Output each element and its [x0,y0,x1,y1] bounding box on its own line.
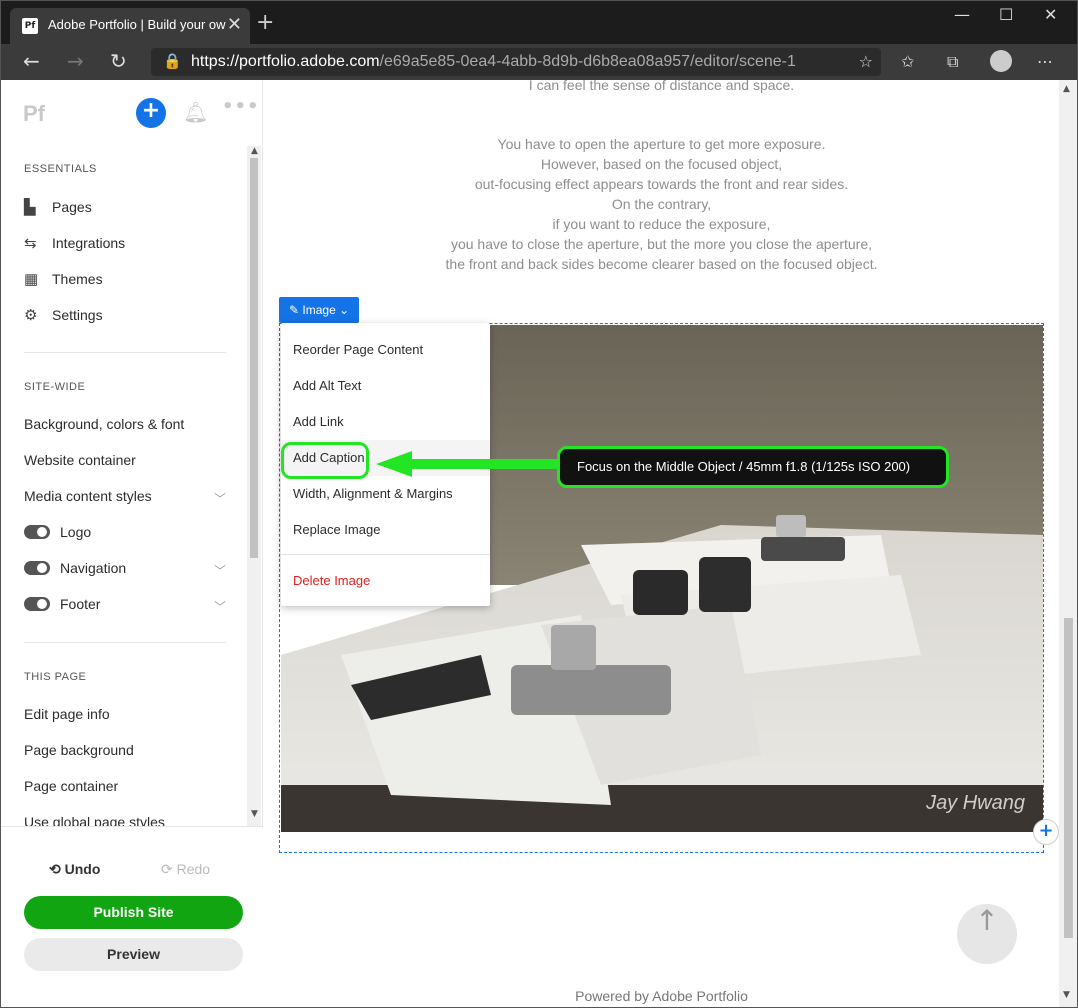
grid-icon: ▦ [24,271,39,288]
sidebar-item-footer[interactable]: Footer [24,596,234,612]
sidebar-item-edit-page-info[interactable]: Edit page info [24,706,234,722]
collections-icon[interactable]: ⧉ [947,52,958,72]
main-scrollbar[interactable]: ▲ ▼ [1059,80,1077,1007]
scroll-down-arrow-icon[interactable]: ▼ [1063,990,1070,1000]
bell-icon[interactable]: 🔔︎ [183,100,208,124]
close-tab-icon[interactable]: ✕ [227,14,242,35]
text-block[interactable]: You have to open the aperture to get mor… [264,134,1059,274]
profile-avatar[interactable] [990,50,1012,72]
menu-item-replace-image[interactable]: Replace Image [293,522,380,537]
menu-item-add-alt-text[interactable]: Add Alt Text [293,378,361,393]
sidebar-item-website-container[interactable]: Website container [24,452,234,468]
add-caption-highlight-box [281,442,369,479]
gear-icon: ⚙ [24,307,38,324]
sidebar-item-themes[interactable]: ▦ Themes [24,270,234,288]
more-dots-icon[interactable]: ••• [222,96,260,117]
undo-button[interactable]: ⟲ Undo [49,861,100,878]
navigation-toggle[interactable] [24,561,50,575]
url-text[interactable]: https://portfolio.adobe.com/e69a5e85-0ea… [191,53,796,71]
main-scroll-thumb[interactable] [1064,618,1073,938]
photo-watermark: Jay Hwang [926,792,1025,814]
chevron-down-icon: ⌄ [335,303,350,317]
favorite-star-icon[interactable]: ☆ [859,52,873,71]
minimize-icon[interactable]: — [954,5,970,24]
green-arrow-annotation [376,451,558,477]
portfolio-logo: Pf [23,101,45,126]
close-window-icon[interactable]: ✕ [1044,5,1057,24]
maximize-icon[interactable]: ☐ [999,5,1013,24]
editor-canvas: I can feel the sense of distance and spa… [264,80,1059,1007]
new-tab-icon[interactable]: + [256,10,274,35]
sidebar-footer: ⟲ Undo ⟳ Redo Publish Site Preview [1,826,263,1007]
arrows-swap-icon: ⇆ [24,235,37,252]
redo-icon: ⟳ [161,861,177,877]
text-block-partial[interactable]: I can feel the sense of distance and spa… [264,80,1059,95]
section-label-this-page: THIS PAGE [24,671,87,683]
section-label-essentials: ESSENTIALS [24,163,97,175]
menu-item-add-link[interactable]: Add Link [293,414,344,429]
scroll-to-top-button[interactable]: ↑ [957,904,1017,964]
tab-bar: Pf Adobe Portfolio | Build your own ✕ + … [1,1,1077,44]
menu-item-delete-image[interactable]: Delete Image [293,573,370,588]
sidebar-item-use-global-page-styles[interactable]: Use global page styles [24,814,234,826]
tab-title: Adobe Portfolio | Build your own [48,17,226,32]
chevron-down-icon[interactable]: ﹀ [214,490,226,507]
menu-item-reorder-page-content[interactable]: Reorder Page Content [293,342,423,357]
chevron-down-icon[interactable]: ﹀ [214,598,226,615]
sidebar-item-media-content-styles[interactable]: Media content styles [24,488,234,504]
forward-arrow-icon[interactable]: → [67,49,84,73]
divider [24,352,226,353]
redo-button[interactable]: ⟳ Redo [161,861,210,878]
add-content-plus-icon[interactable]: + [1033,819,1059,845]
portfolio-favicon-icon: Pf [22,18,38,34]
logo-toggle[interactable] [24,525,50,539]
scroll-up-arrow-icon[interactable]: ▲ [251,146,258,156]
divider [24,642,226,643]
undo-icon: ⟲ [49,861,65,877]
more-menu-icon[interactable]: ⋯ [1037,52,1053,71]
sidebar-item-page-background[interactable]: Page background [24,742,234,758]
refresh-icon[interactable]: ↻ [110,49,127,73]
editor-sidebar: Pf + 🔔︎ ••• ESSENTIALS ▙ Pages ⇆ Integrati… [1,80,263,1007]
preview-button[interactable]: Preview [24,938,243,971]
publish-site-button[interactable]: Publish Site [24,896,243,929]
lock-icon: 🔒 [163,52,182,70]
sidebar-scroll-thumb[interactable] [250,158,258,558]
menu-separator [281,554,490,555]
sidebar-item-logo[interactable]: Logo [24,524,234,540]
page-icon: ▙ [24,199,36,216]
address-toolbar: ← → ↻ 🔒 https://portfolio.adobe.com/e69a… [1,44,1077,80]
sidebar-scrollbar[interactable]: ▲ ▼ [247,146,261,896]
favorites-list-icon[interactable]: ✩ [901,52,914,71]
add-plus-button[interactable]: + [136,98,166,128]
sidebar-item-navigation[interactable]: Navigation [24,560,234,576]
browser-window: Pf Adobe Portfolio | Build your own ✕ + … [0,0,1078,1008]
chevron-down-icon[interactable]: ﹀ [214,562,226,579]
scroll-up-arrow-icon[interactable]: ▲ [1063,84,1070,94]
sidebar-item-integrations[interactable]: ⇆ Integrations [24,234,234,252]
menu-item-width-alignment-margins[interactable]: Width, Alignment & Margins [293,486,453,501]
caption-callout: Focus on the Middle Object / 45mm f1.8 (… [557,446,949,488]
sidebar-item-pages[interactable]: ▙ Pages [24,198,234,216]
scroll-down-arrow-icon[interactable]: ▼ [251,809,258,819]
browser-tab[interactable]: Pf Adobe Portfolio | Build your own ✕ [10,8,250,44]
sidebar-item-settings[interactable]: ⚙ Settings [24,306,234,324]
section-label-sitewide: SITE-WIDE [24,381,86,393]
back-arrow-icon[interactable]: ← [23,49,40,73]
sidebar-item-background-colors-font[interactable]: Background, colors & font [24,416,234,432]
powered-by-footer[interactable]: Powered by Adobe Portfolio [264,988,1059,1004]
url-bar[interactable]: 🔒 https://portfolio.adobe.com/e69a5e85-0… [151,48,881,76]
pencil-icon: ✎ [289,303,303,317]
image-dropdown-button[interactable]: ✎ Image ⌄ [279,297,360,323]
footer-toggle[interactable] [24,597,50,611]
arrow-up-icon: ↑ [975,904,999,937]
sidebar-item-page-container[interactable]: Page container [24,778,234,794]
